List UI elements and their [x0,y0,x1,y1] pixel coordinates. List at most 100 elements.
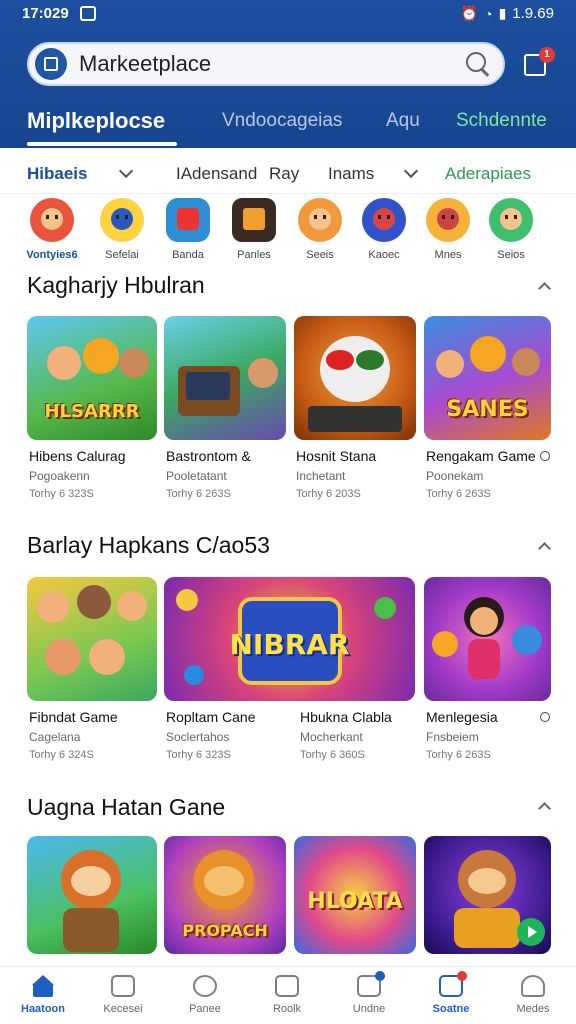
game-publisher: Pogoakenn [29,469,90,483]
game-meta: Torhy 6 323S [29,488,94,500]
status-right-time: 1.9.69 [512,5,554,22]
category-label: Mnes [434,249,462,261]
game-meta: Torhy 6 324S [29,749,94,761]
category-item[interactable]: Seeis [289,196,351,261]
filter-1[interactable]: Hibaeis [27,164,87,184]
game-publisher: Mocherkant [300,730,363,744]
camera-icon [439,971,467,997]
category-item[interactable]: Kaoec [353,196,415,261]
category-item[interactable]: Banda [157,196,219,261]
filter-2[interactable]: IAdensand [176,164,257,184]
nav-label: Undne [352,1003,386,1015]
nav-label: Medes [516,1003,550,1015]
status-bar: 17:029 ⏰ ◔ ▮ 1.9.69 [0,0,576,28]
section-title: Kagharjy Hbulran [27,272,205,298]
nav-item-5[interactable]: Undne [334,971,404,1015]
app-header: 17:029 ⏰ ◔ ▮ 1.9.69 Markeetplace 1 Miplk… [0,0,576,148]
chevron-down-icon[interactable] [403,163,419,179]
game-title: Hibens Calurag [29,448,126,464]
game-thumbnail: HLSARRR [27,316,157,440]
game-meta: Torhy 6 323S [166,749,231,761]
nav-label: Haatoon [21,1003,65,1015]
nav-item-3[interactable]: Panee [170,971,240,1015]
category-console-icon [232,198,276,242]
category-gamepad-icon [166,198,210,242]
play-icon[interactable] [517,918,545,946]
category-avatar-icon [298,198,342,242]
alarm-icon: ⏰ [460,5,479,21]
nav-item-home[interactable]: Haatoon [8,971,78,1015]
collapse-chevron-icon[interactable] [538,542,551,555]
gamepad-icon [193,975,217,997]
nav-item-profile[interactable]: Medes [498,971,568,1015]
collapse-chevron-icon[interactable] [538,802,551,815]
bottom-navigation: Haatoon Kecesei Panee Roolk Undne Soatne… [0,966,576,1024]
game-meta: Torhy 6 360S [300,749,365,761]
category-item[interactable]: Sefelai [91,196,153,261]
category-row: Vontyies6 Sefelai Banda Panles Seeis Kao… [0,196,576,266]
tab-3[interactable]: Aqu [386,110,420,132]
game-meta: Torhy 6 263S [166,488,231,500]
nav-label: Roolk [272,1003,302,1015]
tab-2[interactable]: Vndoocageias [222,110,342,132]
category-item[interactable]: Vontyies6 [21,196,83,261]
filter-4[interactable]: Inams [328,164,374,184]
game-thumbnail [164,316,286,440]
game-thumbnail: HLOATA [294,836,416,954]
category-label: Seeis [306,249,334,261]
chevron-down-icon[interactable] [118,163,134,179]
message-icon [357,971,385,997]
category-avatar-icon [362,198,406,242]
game-publisher: Cagelana [29,730,81,744]
category-label: Kaoec [368,249,400,261]
more-options-icon[interactable] [540,448,550,461]
game-thumbnail [294,316,416,440]
nav-item-4[interactable]: Roolk [252,971,322,1015]
search-input[interactable]: Markeetplace [79,51,463,77]
app-notification-icon [80,6,96,21]
profile-card-icon [111,975,135,997]
nav-item-6[interactable]: Soatne [416,971,486,1015]
category-label: Panles [237,249,271,261]
game-publisher: Soclertahos [166,730,230,744]
game-meta: Torhy 6 263S [426,488,491,500]
tab-4[interactable]: Schdennte [456,110,547,132]
status-right: ⏰ ◔ ▮ 1.9.69 [461,5,554,22]
category-label: Seios [497,249,525,261]
search-bar[interactable]: Markeetplace [27,42,505,86]
game-title: Rengakam Game [426,448,536,464]
thumbnail-art-text: PROPACH [182,921,268,940]
category-avatar-icon [489,198,533,242]
notification-badge: 1 [539,47,555,63]
game-thumbnail [424,577,551,701]
game-publisher: Inchetant [296,469,346,483]
thumbnail-art-text: SANES [446,397,529,422]
category-item[interactable]: Seios [480,196,542,261]
category-item[interactable]: Mnes [417,196,479,261]
more-options-icon[interactable] [540,709,550,722]
game-title: Hosnit Stana [296,448,377,464]
filter-row: Hibaeis IAdensand Ray Inams Aderapiaes [0,150,576,194]
category-item[interactable]: Panles [223,196,285,261]
home-icon [31,975,55,997]
game-publisher: Fnsbeiem [426,730,479,744]
notifications-button[interactable]: 1 [522,47,555,78]
section-title: Uagna Hatan Gane [27,794,226,820]
search-icon[interactable] [463,49,493,79]
filter-5[interactable]: Aderapiaes [445,164,531,184]
game-title: Fibndat Game [29,709,118,725]
signal-icon: ▮ [498,5,507,21]
nav-badge-dot [375,971,385,981]
filter-3[interactable]: Ray [269,164,299,184]
category-avatar-icon [426,198,470,242]
tab-marketplace[interactable]: Miplkeplocse [27,108,165,134]
category-label: Vontyies6 [26,249,78,261]
game-title: Hbukna Clabla [300,709,392,725]
nav-badge-dot [457,971,467,981]
game-thumbnail: SANES [424,316,551,440]
active-tab-indicator [27,142,177,146]
collapse-chevron-icon[interactable] [538,282,551,295]
person-icon [521,975,545,997]
nav-item-2[interactable]: Kecesei [88,971,158,1015]
nav-label: Panee [189,1003,221,1015]
